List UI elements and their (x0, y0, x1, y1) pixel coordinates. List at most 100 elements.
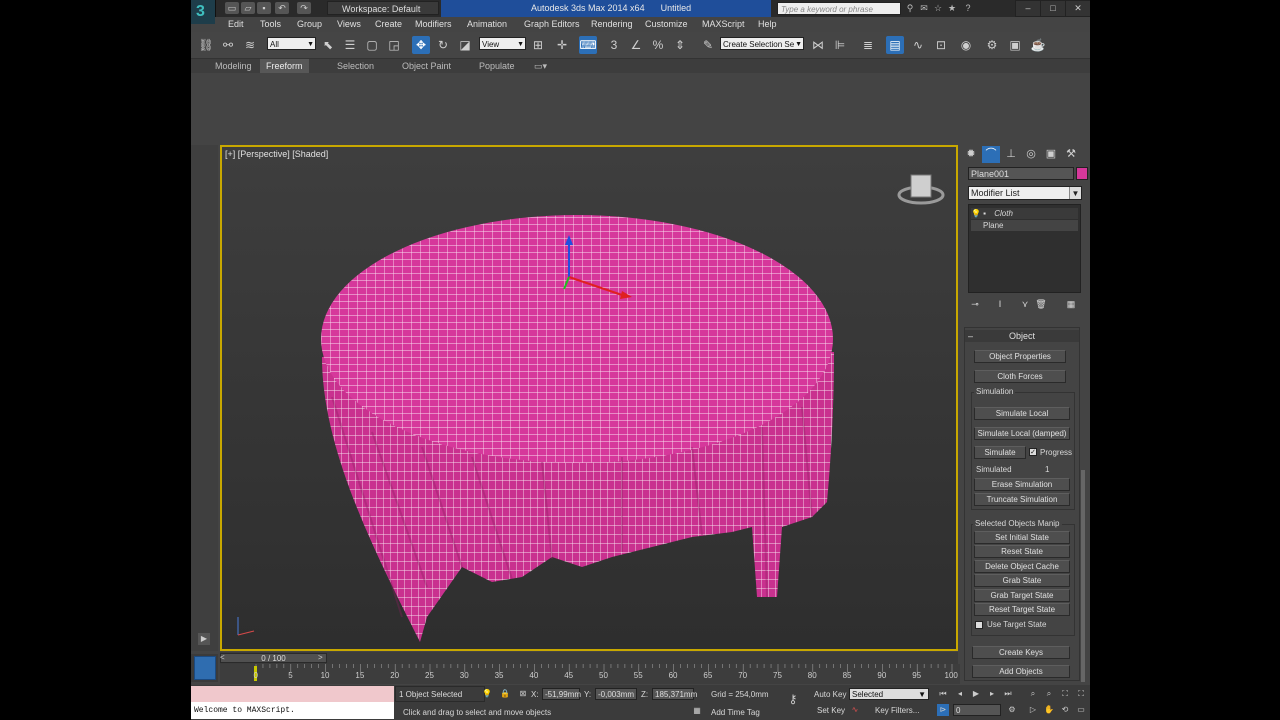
reset-state-button[interactable]: Reset State (974, 545, 1070, 558)
subscription-icon[interactable]: ✉ (919, 3, 929, 13)
render-setup-icon[interactable]: ⚙ (983, 36, 1001, 54)
select-and-manipulate-icon[interactable]: ✛ (553, 36, 571, 54)
reset-target-state-button[interactable]: Reset Target State (974, 603, 1070, 616)
add-objects-button[interactable]: Add Objects (972, 665, 1070, 678)
graphite-ribbon-icon[interactable]: ▤ (886, 36, 904, 54)
select-object-icon[interactable]: ⬉ (319, 36, 337, 54)
object-name-field[interactable]: Plane001 (968, 167, 1074, 180)
percent-snap-icon[interactable]: % (649, 36, 667, 54)
schematic-view-icon[interactable]: ⊡ (932, 36, 950, 54)
close-button[interactable]: ✕ (1065, 0, 1090, 17)
tab-object-paint[interactable]: Object Paint (396, 59, 457, 73)
unlink-icon[interactable]: ⚯ (219, 36, 237, 54)
motion-tab-icon[interactable]: ◎ (1022, 146, 1040, 163)
track-bar[interactable]: 0 5 10 15 20 25 30 35 40 45 50 55 60 65 70 75 80 85 90 95 10… (220, 664, 960, 684)
current-frame-field[interactable]: 0 (953, 704, 1001, 716)
menu-edit[interactable]: Edit (228, 17, 244, 32)
spinner-snap-icon[interactable]: ⇕ (671, 36, 689, 54)
menu-tools[interactable]: Tools (260, 17, 281, 32)
simulate-local-damped-button[interactable]: Simulate Local (damped) (974, 427, 1070, 440)
mirror-icon[interactable]: ⋈ (809, 36, 827, 54)
zoom-icon[interactable]: ⌕ (1027, 688, 1039, 700)
stack-item-plane[interactable]: Plane (971, 220, 1078, 231)
curve-editor-icon[interactable]: ∿ (909, 36, 927, 54)
redo-icon[interactable]: ↷ (297, 2, 311, 14)
stack-item-cloth[interactable]: 💡 ▪ Cloth (971, 208, 1078, 219)
minimize-button[interactable]: – (1015, 0, 1041, 17)
pin-stack-icon[interactable]: ⊸ (968, 297, 982, 311)
mini-curve-editor-icon[interactable] (191, 654, 218, 682)
window-crossing-icon[interactable]: ◲ (385, 36, 403, 54)
expand-arrow-icon[interactable]: ▶ (198, 633, 210, 645)
edit-named-selection-icon[interactable]: ✎ (699, 36, 717, 54)
grab-state-button[interactable]: Grab State (974, 574, 1070, 587)
create-tab-icon[interactable]: ✹ (962, 146, 980, 163)
configure-sets-icon[interactable]: ▦ (1064, 297, 1078, 311)
bind-space-warp-icon[interactable]: ≋ (241, 36, 259, 54)
time-configuration-icon[interactable]: ⚙ (1006, 704, 1018, 716)
play-icon[interactable]: ▶ (970, 688, 982, 700)
select-and-rotate-icon[interactable]: ↻ (434, 36, 452, 54)
menu-help[interactable]: Help (758, 17, 777, 32)
reference-coordinate-dropdown[interactable]: View ▼ (479, 37, 526, 50)
selection-filter-dropdown[interactable]: All ▼ (267, 37, 316, 50)
simulate-button[interactable]: Simulate (974, 446, 1026, 459)
key-icon[interactable]: ⚷ (787, 693, 799, 705)
go-to-start-icon[interactable]: ⏮ (937, 688, 949, 700)
simulate-local-button[interactable]: Simulate Local (974, 407, 1070, 420)
rollout-header[interactable]: – Object (965, 330, 1079, 342)
snaps-toggle-icon[interactable]: 3 (605, 36, 623, 54)
menu-create[interactable]: Create (375, 17, 402, 32)
render-production-icon[interactable]: ☕ (1029, 36, 1047, 54)
favorites-icon[interactable]: ★ (947, 3, 957, 13)
absolute-mode-icon[interactable]: ⊠ (517, 688, 529, 700)
orbit-icon[interactable]: ⟲ (1059, 704, 1071, 716)
time-slider-thumb[interactable]: 0 / 100 (220, 653, 327, 663)
help-icon[interactable]: ? (963, 3, 973, 13)
menu-group[interactable]: Group (297, 17, 322, 32)
truncate-simulation-button[interactable]: Truncate Simulation (974, 493, 1070, 506)
search-input[interactable]: Type a keyword or phrase (777, 2, 901, 15)
open-file-icon[interactable]: ▱ (241, 2, 255, 14)
make-unique-icon[interactable]: ⋎ (1018, 297, 1032, 311)
link-icon[interactable]: ⛓ (197, 36, 215, 54)
save-file-icon[interactable]: ▪ (257, 2, 271, 14)
set-initial-state-button[interactable]: Set Initial State (974, 531, 1070, 544)
object-color-swatch[interactable] (1076, 167, 1088, 180)
app-logo-icon[interactable]: 3 (191, 0, 216, 24)
hierarchy-tab-icon[interactable]: ⊥ (1002, 146, 1020, 163)
communication-center-icon[interactable]: ☆ (933, 3, 943, 13)
erase-simulation-button[interactable]: Erase Simulation (974, 478, 1070, 491)
next-frame-icon[interactable]: > (318, 652, 327, 664)
maximize-button[interactable]: □ (1040, 0, 1066, 17)
set-key-button[interactable]: Set Key (817, 706, 845, 715)
select-and-scale-icon[interactable]: ◪ (456, 36, 474, 54)
rendered-frame-window-icon[interactable]: ▣ (1006, 36, 1024, 54)
menu-graph-editors[interactable]: Graph Editors (524, 17, 580, 32)
set-keys-icon[interactable]: ∿ (849, 704, 861, 716)
binoculars-icon[interactable]: ⚲ (905, 3, 915, 13)
tab-populate[interactable]: Populate (473, 59, 521, 73)
select-and-move-icon[interactable]: ✥ (412, 36, 430, 54)
grab-target-state-button[interactable]: Grab Target State (974, 589, 1070, 602)
rectangular-selection-icon[interactable]: ▢ (363, 36, 381, 54)
time-tag-icon[interactable]: ▦ (691, 705, 703, 717)
previous-frame-icon[interactable]: ◂ (954, 688, 966, 700)
maxscript-listener-input[interactable]: Welcome to MAXScript. (191, 702, 394, 719)
menu-rendering[interactable]: Rendering (591, 17, 633, 32)
zoom-all-icon[interactable]: ⌕ (1043, 688, 1055, 700)
display-tab-icon[interactable]: ▣ (1042, 146, 1060, 163)
maximize-viewport-icon[interactable]: ▭ (1075, 704, 1087, 716)
x-coordinate-field[interactable]: -51,99mm (542, 688, 581, 700)
pan-icon[interactable]: ✋ (1043, 704, 1055, 716)
workspace-dropdown[interactable]: Workspace: Default (327, 1, 439, 15)
zoom-extents-all-icon[interactable]: ⛶ (1075, 688, 1087, 700)
cloth-forces-button[interactable]: Cloth Forces (974, 370, 1066, 383)
next-frame-icon[interactable]: ▸ (986, 688, 998, 700)
z-coordinate-field[interactable]: 185,371mm (652, 688, 697, 700)
field-of-view-icon[interactable]: ▷ (1027, 704, 1039, 716)
tab-modeling[interactable]: Modeling (209, 59, 258, 73)
perspective-viewport[interactable]: [+] [Perspective] [Shaded] (220, 145, 958, 651)
key-mode-dropdown[interactable]: Selected ▼ (849, 688, 929, 700)
isolate-selection-icon[interactable]: 💡 (481, 688, 493, 700)
